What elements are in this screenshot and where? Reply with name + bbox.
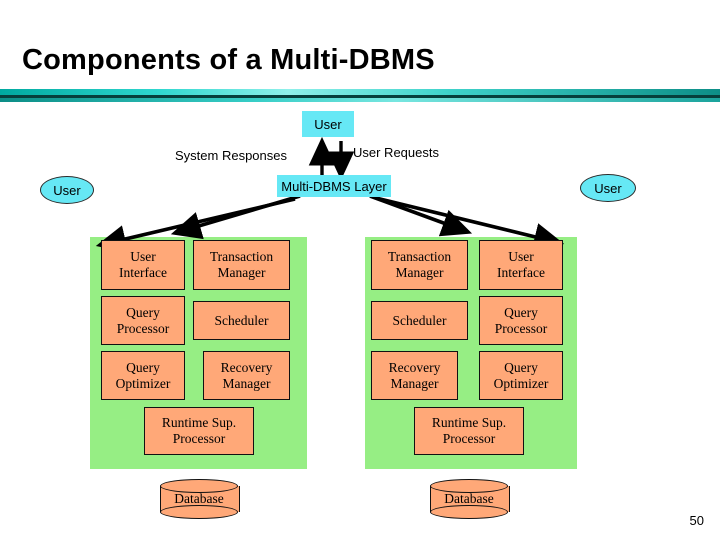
left-database-label: Database <box>174 491 224 506</box>
user-top-text: User <box>314 116 342 132</box>
left-runtime-support-processor-box: Runtime Sup. Processor <box>144 407 254 455</box>
left-query-optimizer-line1: Query <box>126 359 160 375</box>
left-recovery-manager-box: Recovery Manager <box>203 351 290 400</box>
left-query-processor-box: Query Processor <box>101 296 185 345</box>
left-scheduler-box: Scheduler <box>193 301 290 340</box>
left-query-optimizer-line2: Optimizer <box>115 375 171 391</box>
page-title: Components of a Multi-DBMS <box>22 44 435 76</box>
left-recovery-manager-line1: Recovery <box>220 359 273 375</box>
right-query-optimizer-line1: Query <box>504 359 538 375</box>
left-database-cylinder: Database <box>160 479 240 519</box>
right-query-processor-box: Query Processor <box>479 296 563 345</box>
title-divider <box>0 89 720 103</box>
right-recovery-manager-line2: Manager <box>390 375 439 391</box>
left-query-processor-line1: Query <box>126 304 160 320</box>
left-query-processor-line2: Processor <box>116 320 170 336</box>
left-recovery-manager-line2: Manager <box>222 375 271 391</box>
left-runtime-line2: Processor <box>172 431 226 446</box>
user-right-text: User <box>594 180 622 196</box>
right-query-optimizer-box: Query Optimizer <box>479 351 563 400</box>
right-runtime-line2: Processor <box>442 431 496 446</box>
user-top-label: User <box>302 111 354 137</box>
right-database-cylinder: Database <box>430 479 510 519</box>
slide-canvas: Components of a Multi-DBMS User System R… <box>0 0 720 540</box>
left-runtime-line1: Runtime Sup. <box>161 415 237 431</box>
page-number: 50 <box>689 513 704 528</box>
divider-bottom-band <box>0 98 720 102</box>
right-query-optimizer-line2: Optimizer <box>493 375 549 391</box>
right-recovery-manager-line1: Recovery <box>388 359 441 375</box>
user-right-oval: User <box>580 174 636 202</box>
right-query-processor-line1: Query <box>504 304 538 320</box>
right-scheduler-box: Scheduler <box>371 301 468 340</box>
right-runtime-line1: Runtime Sup. <box>431 415 507 431</box>
right-database-label: Database <box>444 491 494 506</box>
left-transaction-manager-line1: Transaction <box>209 249 274 265</box>
left-user-interface-line2: Interface <box>119 265 167 280</box>
right-transaction-manager-line2: Manager <box>395 265 444 280</box>
right-scheduler-line1: Scheduler <box>392 312 447 328</box>
right-transaction-manager-box: Transaction Manager <box>371 240 468 290</box>
right-user-interface-line1: User <box>508 249 534 265</box>
user-left-text: User <box>53 182 81 198</box>
left-scheduler-line1: Scheduler <box>214 312 269 328</box>
left-user-interface-box: User Interface <box>101 240 185 290</box>
multi-dbms-layer-label: Multi-DBMS Layer <box>277 175 391 197</box>
left-transaction-manager-box: Transaction Manager <box>193 240 290 290</box>
right-runtime-support-processor-box: Runtime Sup. Processor <box>414 407 524 455</box>
right-user-interface-box: User Interface <box>479 240 563 290</box>
left-query-optimizer-box: Query Optimizer <box>101 351 185 400</box>
right-recovery-manager-box: Recovery Manager <box>371 351 458 400</box>
user-requests-label: User Requests <box>353 145 439 160</box>
user-left-oval: User <box>40 176 94 204</box>
right-query-processor-line2: Processor <box>494 320 548 336</box>
system-responses-label: System Responses <box>175 148 287 163</box>
left-transaction-manager-line2: Manager <box>217 265 266 280</box>
left-user-interface-line1: User <box>130 249 156 265</box>
multi-dbms-layer-text: Multi-DBMS Layer <box>281 178 387 194</box>
right-transaction-manager-line1: Transaction <box>387 249 452 265</box>
right-user-interface-line2: Interface <box>497 265 545 280</box>
